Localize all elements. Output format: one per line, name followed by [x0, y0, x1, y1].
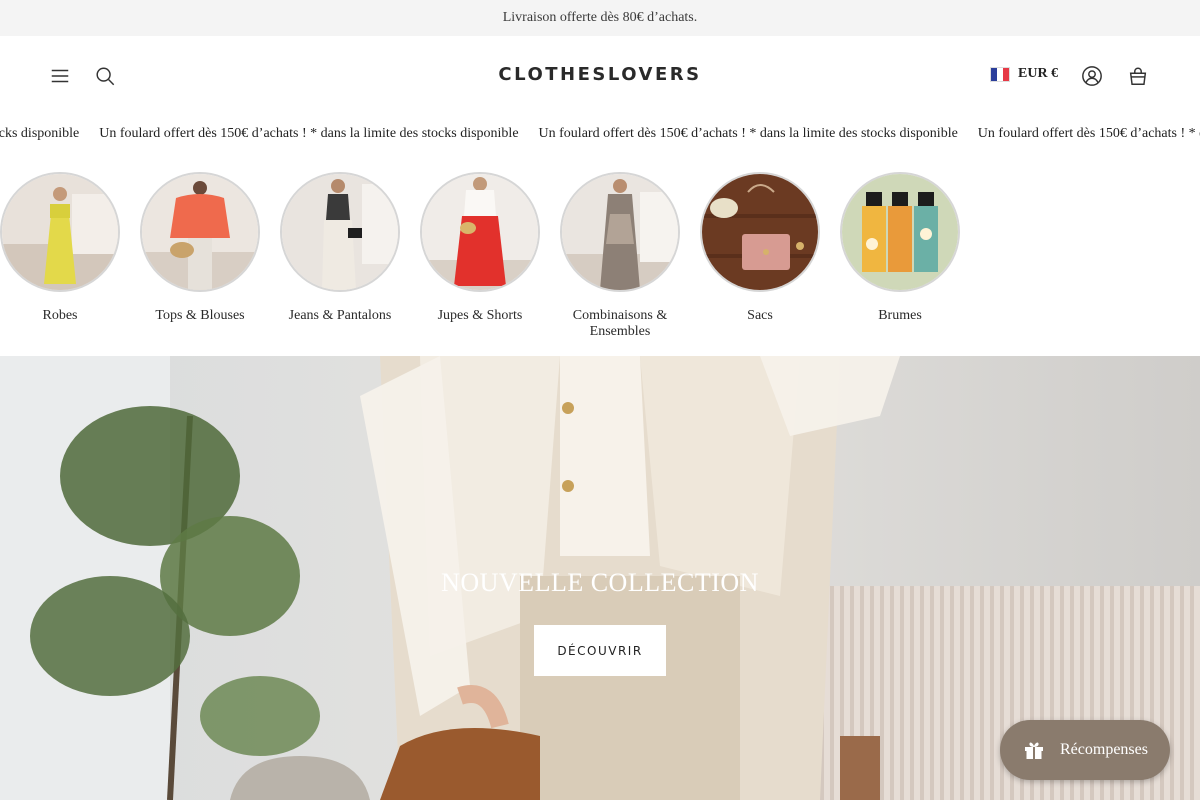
announcement-text: Livraison offerte dès 80€ d’achats.	[502, 10, 698, 25]
category-jupes-shorts[interactable]: Jupes & Shorts	[410, 170, 550, 324]
category-image	[420, 172, 540, 292]
promo-marquee: Un foulard offert dès 150€ d’achats ! * …	[0, 116, 1200, 152]
hamburger-icon[interactable]	[48, 64, 72, 88]
category-robes[interactable]: Robes	[0, 170, 130, 324]
hero-title: NOUVELLE COLLECTION	[441, 568, 759, 597]
gift-icon	[1025, 742, 1043, 759]
currency-label: EUR €	[1018, 66, 1059, 81]
marquee-item: Un foulard offert dès 150€ d’achats ! * …	[0, 126, 80, 141]
category-combinaisons-ensembles[interactable]: Combinaisons & Ensembles	[550, 170, 690, 340]
account-icon[interactable]	[1080, 64, 1104, 88]
category-label: Sacs	[747, 308, 773, 323]
category-label: Robes	[42, 308, 78, 323]
category-image	[700, 172, 820, 292]
category-brumes[interactable]: Brumes	[830, 170, 970, 324]
marquee-item: Un foulard offert dès 150€ d’achats ! * …	[538, 126, 958, 141]
category-label: Tops & Blouses	[155, 308, 245, 323]
category-tops-blouses[interactable]: Tops & Blouses	[130, 170, 270, 324]
rewards-label: Récompenses	[1060, 741, 1148, 758]
category-label: Jeans & Pantalons	[288, 308, 392, 323]
bag-icon[interactable]	[1126, 64, 1150, 88]
discover-button[interactable]: DÉCOUVRIR	[534, 625, 666, 676]
category-image	[280, 172, 400, 292]
category-sacs[interactable]: Sacs	[690, 170, 830, 324]
category-jeans-pantalons[interactable]: Jeans & Pantalons	[270, 170, 410, 324]
category-label: Jupes & Shorts	[437, 308, 523, 323]
flag-fr-icon	[990, 66, 1010, 82]
category-image	[560, 172, 680, 292]
marquee-item: Un foulard offert dès 150€ d’achats ! * …	[99, 126, 519, 141]
rewards-button[interactable]: Récompenses	[1000, 720, 1170, 780]
currency-selector[interactable]: EUR €	[990, 66, 1058, 82]
announcement-bar: Livraison offerte dès 80€ d’achats.	[0, 0, 1200, 36]
logo-link[interactable]: CLOTHESLOVERS	[498, 64, 701, 85]
category-image	[0, 172, 120, 292]
marquee-item: Un foulard offert dès 150€ d’achats ! * …	[977, 126, 1200, 141]
category-image	[140, 172, 260, 292]
category-carousel: Robes Tops & Blouses Jeans & Pantalons J…	[0, 170, 1200, 350]
category-image	[840, 172, 960, 292]
search-icon[interactable]	[93, 64, 117, 88]
category-label: Brumes	[878, 308, 922, 323]
site-header: CLOTHESLOVERS EUR €	[0, 36, 1200, 116]
category-label: Combinaisons & Ensembles	[572, 308, 668, 339]
